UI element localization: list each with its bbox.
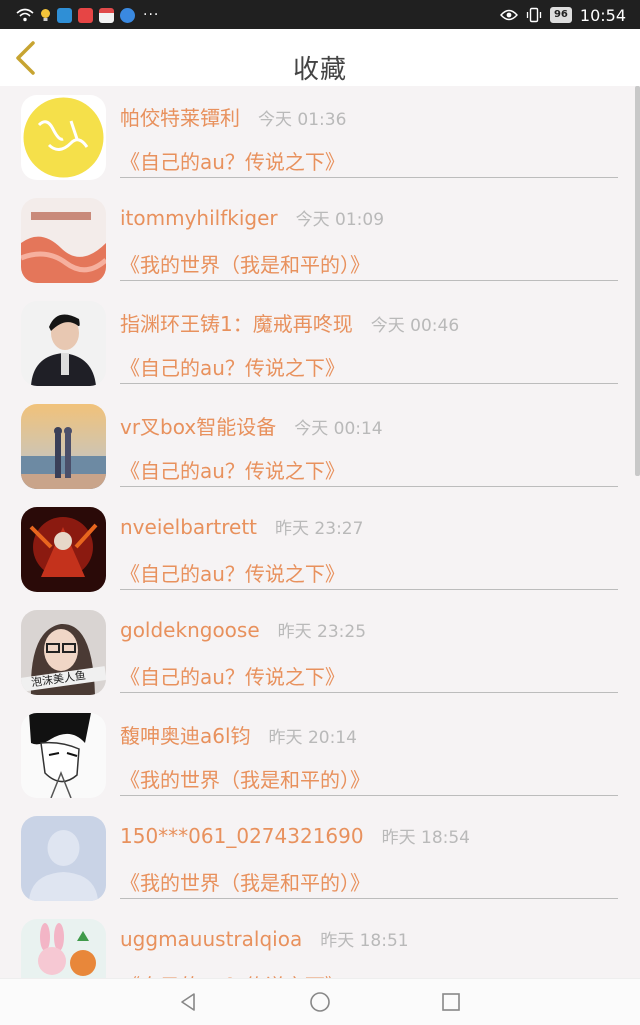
nav-back-button[interactable] [177, 991, 199, 1013]
divider [120, 795, 618, 796]
item-book-title: 《自己的au？传说之下》 [120, 562, 345, 586]
item-time: 昨天 23:25 [277, 622, 367, 642]
navigation-bar [0, 978, 640, 1025]
list-item[interactable]: itommyhilfkiger 今天 01:09 《我的世界（我是和平的）》 [0, 189, 640, 292]
item-time: 今天 01:36 [258, 110, 347, 130]
bulb-icon [41, 8, 50, 21]
item-time: 昨天 20:14 [268, 728, 357, 748]
user-name-text: vr叉box智能设备 [120, 415, 277, 439]
status-overflow: ··· [143, 7, 160, 23]
home-circle-icon [310, 992, 330, 1012]
item-book-title: 《我的世界（我是和平的）》 [120, 768, 370, 792]
status-time: 10:54 [579, 5, 626, 25]
eye-icon [500, 9, 518, 21]
list-item[interactable]: 150***061_0274321690 昨天 18:54 《我的世界（我是和平的… [0, 807, 640, 910]
status-bar: ··· 96 10:54 [0, 0, 640, 29]
status-left-icons: ··· [16, 5, 159, 25]
divider [120, 486, 618, 487]
item-book-title: 《自己的au？传说之下》 [120, 665, 345, 689]
item-book-title: 《我的世界（我是和平的）》 [120, 253, 370, 277]
divider [120, 177, 618, 178]
girl-selfie-avatar: 泡沫美人鱼 [21, 610, 106, 695]
app-icon-k [120, 7, 135, 23]
item-user-name: 帕佼特莱镡利 今天 01:36 [120, 102, 346, 131]
vibrate-icon [526, 7, 542, 23]
item-book-title: 《自己的au？传说之下》 [120, 150, 345, 174]
item-user-name: itommyhilfkiger 今天 01:09 [120, 205, 384, 230]
yellow-calligraphy-avatar [21, 95, 106, 180]
item-time: 昨天 18:51 [320, 931, 409, 951]
item-book-title: 《我的世界（我是和平的）》 [120, 871, 370, 895]
header-bar: 收藏 [0, 29, 640, 86]
toy-figures-avatar [21, 919, 106, 978]
battery-icon: 96 [549, 7, 572, 23]
item-user-name: 150***061_0274321690 昨天 18:54 [120, 823, 470, 848]
user-name-text: 指渊环王铸1：魔戒再咚现 [120, 312, 353, 336]
list-item[interactable]: 帕佼特莱镡利 今天 01:36 《自己的au？传说之下》 [0, 86, 640, 189]
list-item[interactable]: nveielbartrett 昨天 23:27 《自己的au？传说之下》 [0, 498, 640, 601]
item-user-name: vr叉box智能设备 今天 00:14 [120, 411, 383, 440]
list-item[interactable]: uggmauustralqioa 昨天 18:51 《自己的au？传说之下》 [0, 910, 640, 978]
user-name-text: nveielbartrett [120, 515, 258, 539]
beach-couple-avatar [21, 404, 106, 489]
item-book-title: 《自己的au？传说之下》 [120, 970, 345, 978]
man-portrait-avatar [21, 301, 106, 386]
nav-recents-button[interactable] [440, 991, 462, 1013]
status-right-icons: 96 10:54 [500, 5, 626, 25]
manga-sketch-avatar [21, 713, 106, 798]
divider [120, 898, 618, 899]
item-time: 昨天 23:27 [275, 519, 364, 539]
app-icon-blue [57, 7, 72, 23]
item-user-name: 指渊环王铸1：魔戒再咚现 今天 00:46 [120, 308, 459, 337]
favorites-list: 帕佼特莱镡利 今天 01:36 《自己的au？传说之下》 itommyhilfki… [0, 86, 640, 978]
list-item[interactable]: 指渊环王铸1：魔戒再咚现 今天 00:46 《自己的au？传说之下》 [0, 292, 640, 395]
page-title: 收藏 [292, 55, 347, 85]
item-user-name: uggmauustralqioa 昨天 18:51 [120, 926, 409, 951]
back-triangle-icon [181, 993, 195, 1011]
list-item[interactable]: 泡沫美人鱼 goldekngoose 昨天 23:25 《自己的au？传说之下》 [0, 601, 640, 704]
red-warrior-avatar [21, 507, 106, 592]
app-icon-gift [99, 7, 114, 23]
item-book-title: 《自己的au？传说之下》 [120, 356, 345, 380]
item-time: 今天 01:09 [295, 210, 385, 230]
divider [120, 692, 618, 693]
item-user-name: nveielbartrett 昨天 23:27 [120, 514, 363, 539]
default-user-avatar [21, 816, 106, 901]
item-time: 今天 00:46 [370, 316, 460, 336]
item-book-title: 《自己的au？传说之下》 [120, 459, 345, 483]
item-user-name: goldekngoose 昨天 23:25 [120, 617, 366, 642]
user-name-text: itommyhilfkiger [120, 206, 278, 230]
user-name-text: 帕佼特莱镡利 [120, 106, 240, 130]
user-name-text: 馥呻奥迪a6l钧 [120, 724, 251, 748]
recents-square-icon [442, 993, 460, 1011]
scrollbar[interactable] [635, 86, 640, 476]
nav-home-button[interactable] [309, 991, 331, 1013]
divider [120, 383, 618, 384]
list-item[interactable]: vr叉box智能设备 今天 00:14 《自己的au？传说之下》 [0, 395, 640, 498]
user-name-text: 150***061_0274321690 [120, 824, 364, 848]
list-item[interactable]: 馥呻奥迪a6l钧 昨天 20:14 《我的世界（我是和平的）》 [0, 704, 640, 807]
divider [120, 280, 618, 281]
app-icon-red [78, 7, 93, 23]
user-name-text: uggmauustralqioa [120, 927, 303, 951]
item-time: 今天 00:14 [294, 419, 383, 439]
divider [120, 589, 618, 590]
user-name-text: goldekngoose [120, 618, 260, 642]
item-time: 昨天 18:54 [381, 828, 470, 848]
wifi-icon [16, 8, 34, 22]
item-user-name: 馥呻奥迪a6l钧 昨天 20:14 [120, 720, 357, 749]
coral-artwork-avatar [21, 198, 106, 283]
